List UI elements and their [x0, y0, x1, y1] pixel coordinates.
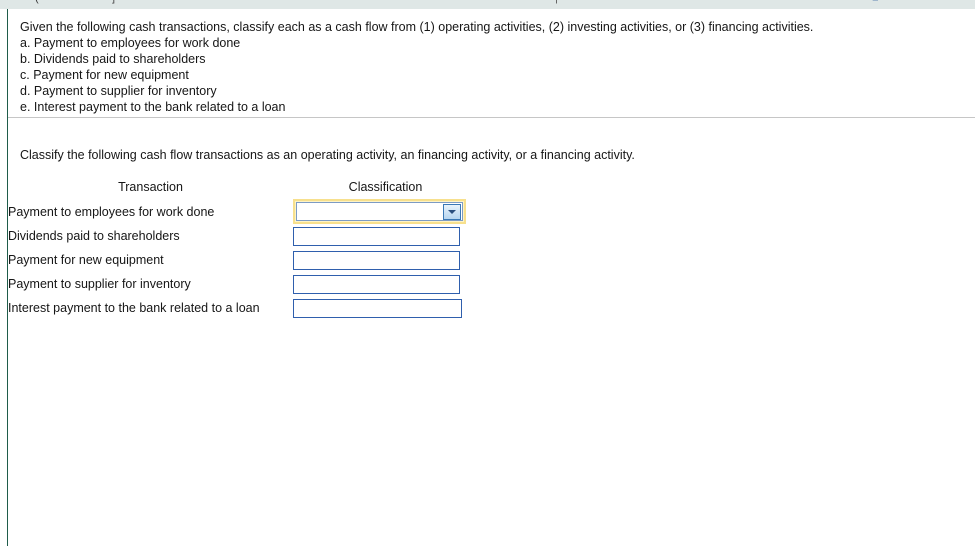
- classification-cell-1: [293, 199, 478, 224]
- clipped-glyph-4: ■: [872, 0, 879, 4]
- question-item-d: d. Payment to supplier for inventory: [20, 84, 217, 98]
- classification-cell-2: [293, 224, 478, 248]
- table-header-row: Transaction Classification: [8, 180, 478, 199]
- transaction-label-1: Payment to employees for work done: [8, 204, 215, 219]
- transaction-label-5: Interest payment to the bank related to …: [8, 301, 260, 315]
- question-item-c: c. Payment for new equipment: [20, 68, 189, 82]
- clipped-toolbar-strip: ( ] | ■: [0, 0, 975, 9]
- transaction-label-3: Payment for new equipment: [8, 253, 164, 267]
- answer-area: Classify the following cash flow transac…: [8, 118, 975, 320]
- clipped-glyph-1: (: [35, 0, 39, 4]
- chevron-down-glyph: [448, 210, 456, 214]
- question-item-e: e. Interest payment to the bank related …: [20, 100, 286, 114]
- classification-input-2[interactable]: [293, 226, 460, 246]
- classification-cell-3: [293, 248, 478, 272]
- transaction-label-2: Dividends paid to shareholders: [8, 229, 180, 243]
- classification-cell-5: [293, 296, 478, 320]
- question-panel: Given the following cash transactions, c…: [8, 9, 975, 115]
- classification-input-4[interactable]: [293, 274, 460, 294]
- table-row: Payment to employees for work done: [8, 199, 478, 224]
- table-row: Interest payment to the bank related to …: [8, 296, 478, 320]
- question-item-b: b. Dividends paid to shareholders: [20, 52, 206, 66]
- table-row: Dividends paid to shareholders: [8, 224, 478, 248]
- column-header-transaction: Transaction: [118, 180, 183, 194]
- table-row: Payment to supplier for inventory: [8, 272, 478, 296]
- question-item-a: a. Payment to employees for work done: [20, 36, 241, 50]
- column-header-classification: Classification: [348, 180, 423, 194]
- transaction-label-4: Payment to supplier for inventory: [8, 277, 191, 291]
- classification-cell-4: [293, 272, 478, 296]
- classification-input-3[interactable]: [293, 250, 460, 270]
- classification-select-1-inner[interactable]: [296, 202, 463, 221]
- question-prompt: Given the following cash transactions, c…: [20, 20, 814, 34]
- classification-table: Transaction Classification Payment to em…: [8, 180, 478, 320]
- clipped-glyph-2: ]: [112, 0, 115, 4]
- clipped-glyph-3: |: [555, 0, 558, 4]
- classification-input-5[interactable]: [293, 298, 462, 318]
- answer-instruction: Classify the following cash flow transac…: [20, 148, 635, 162]
- classification-select-1[interactable]: [293, 199, 466, 224]
- chevron-down-icon[interactable]: [443, 204, 461, 220]
- table-row: Payment for new equipment: [8, 248, 478, 272]
